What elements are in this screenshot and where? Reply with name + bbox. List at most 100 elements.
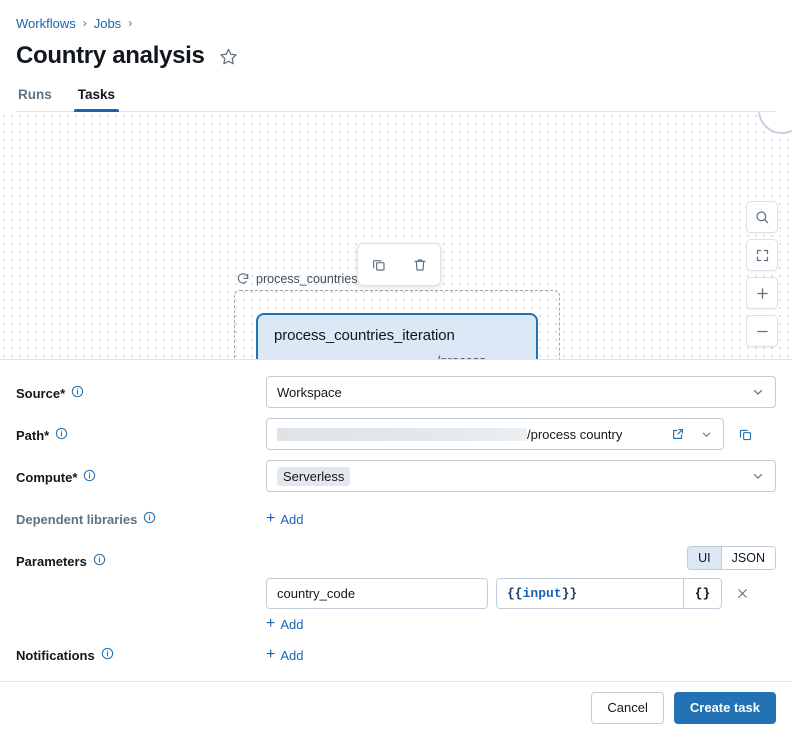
external-link-icon[interactable] (665, 421, 691, 447)
template-brace-close: }} (562, 586, 578, 601)
canvas-controls (746, 201, 778, 347)
form-row-compute: Compute* Serverless (16, 460, 776, 502)
plus-icon: + (266, 511, 275, 527)
task-graph-canvas[interactable]: process_countries process_countries_iter… (0, 112, 792, 360)
path-value-redacted (277, 428, 527, 441)
info-icon[interactable] (55, 427, 68, 443)
breadcrumb-separator-icon-2: › (128, 17, 132, 29)
add-notification-button[interactable]: + Add (266, 638, 303, 663)
loop-group-label: process_countries (236, 272, 357, 286)
template-variable: input (523, 586, 562, 601)
breadcrumb-item-jobs[interactable]: Jobs (94, 16, 121, 31)
parameters-view-ui[interactable]: UI (688, 547, 721, 569)
label-dependent-libraries-text: Dependent libraries (16, 512, 137, 527)
control-parameters: UI JSON country_code {{input}} {} (266, 544, 776, 632)
task-node-process-countries-iteration[interactable]: process_countries_iteration /process cou… (256, 313, 538, 360)
label-dependent-libraries: Dependent libraries (16, 502, 266, 527)
page-title: Country analysis (16, 42, 205, 70)
label-parameters: Parameters (16, 544, 266, 569)
source-select-value: Workspace (277, 385, 342, 400)
breadcrumb-item-workflows[interactable]: Workflows (16, 16, 76, 31)
dialog-footer: Cancel Create task (0, 681, 792, 733)
form-row-notifications: Notifications + Add (16, 638, 776, 680)
label-source-text: Source* (16, 386, 65, 401)
info-icon[interactable] (83, 469, 96, 485)
cancel-button[interactable]: Cancel (591, 692, 663, 724)
parameter-row: country_code {{input}} {} (266, 578, 776, 609)
form-row-source: Source* Workspace (16, 376, 776, 418)
path-dropdown-chevron-down-icon[interactable] (693, 421, 719, 447)
task-node-path-suffix: /process country (437, 353, 520, 360)
label-notifications-text: Notifications (16, 648, 95, 663)
tab-runs[interactable]: Runs (16, 87, 54, 111)
form-row-path: Path* /process country (16, 418, 776, 460)
add-parameter-label: Add (280, 618, 303, 631)
label-notifications: Notifications (16, 638, 266, 663)
control-dependent-libraries: + Add (266, 502, 776, 527)
zoom-in-icon[interactable] (746, 277, 778, 309)
chevron-down-icon (751, 385, 765, 399)
title-row: Country analysis (16, 40, 776, 72)
parameters-view-toggle: UI JSON (687, 546, 776, 570)
compute-select-value: Serverless (277, 467, 350, 486)
loop-icon (236, 272, 250, 286)
path-input[interactable]: /process country (266, 418, 724, 450)
parameters-view-json[interactable]: JSON (721, 547, 775, 569)
search-icon[interactable] (746, 201, 778, 233)
tab-bar: Runs Tasks (16, 87, 776, 112)
label-path: Path* (16, 418, 266, 443)
form-row-dependent-libraries: Dependent libraries + Add (16, 502, 776, 544)
add-dependent-library-button[interactable]: + Add (266, 502, 303, 527)
zoom-out-icon[interactable] (746, 315, 778, 347)
folder-icon (274, 360, 288, 361)
parameters-view-toggle-row: UI JSON (266, 544, 776, 572)
label-source: Source* (16, 376, 266, 401)
chevron-down-icon (751, 469, 765, 483)
parameter-key-value: country_code (277, 586, 355, 601)
control-compute: Serverless (266, 460, 776, 492)
parameter-json-toggle-button[interactable]: {} (683, 579, 721, 608)
breadcrumb: Workflows › Jobs › (16, 14, 776, 32)
source-select[interactable]: Workspace (266, 376, 776, 408)
control-notifications: + Add (266, 638, 776, 663)
remove-parameter-close-icon[interactable] (730, 582, 754, 606)
favorite-star-icon[interactable] (219, 46, 239, 66)
info-icon[interactable] (71, 385, 84, 401)
path-value-suffix: /process country (527, 427, 622, 442)
task-node-subtitle: /process country (274, 353, 520, 360)
parameter-value-input[interactable]: {{input}} {} (496, 578, 722, 609)
path-actions (665, 421, 719, 447)
control-source: Workspace (266, 376, 776, 408)
tab-tasks[interactable]: Tasks (76, 87, 117, 111)
page-header: Workflows › Jobs › Country analysis Runs… (0, 0, 792, 112)
canvas-corner-decoration (758, 112, 792, 134)
label-compute-text: Compute* (16, 470, 77, 485)
delete-icon[interactable] (407, 252, 433, 278)
loop-group-name: process_countries (256, 272, 357, 286)
node-context-toolbar (357, 243, 441, 286)
info-icon[interactable] (101, 647, 114, 663)
label-parameters-text: Parameters (16, 554, 87, 569)
fit-screen-icon[interactable] (746, 239, 778, 271)
parameter-value-text: {{input}} (507, 586, 577, 601)
label-compute: Compute* (16, 460, 266, 485)
add-parameter-button[interactable]: + Add (266, 609, 303, 632)
plus-icon: + (266, 647, 275, 663)
compute-select[interactable]: Serverless (266, 460, 776, 492)
path-value: /process country (277, 427, 622, 442)
info-icon[interactable] (93, 553, 106, 569)
template-brace-open: {{ (507, 586, 523, 601)
add-notification-label: Add (280, 649, 303, 662)
label-path-text: Path* (16, 428, 49, 443)
create-task-button[interactable]: Create task (674, 692, 776, 724)
control-path: /process country (266, 418, 776, 450)
plus-icon: + (266, 616, 275, 632)
breadcrumb-separator-icon: › (83, 17, 87, 29)
form-row-parameters: Parameters UI JSON country_code {{input (16, 544, 776, 632)
parameter-key-input[interactable]: country_code (266, 578, 488, 609)
add-dependent-library-label: Add (280, 513, 303, 526)
task-node-title: process_countries_iteration (274, 327, 520, 344)
duplicate-icon[interactable] (366, 252, 392, 278)
copy-icon[interactable] (732, 421, 758, 447)
info-icon[interactable] (143, 511, 156, 527)
